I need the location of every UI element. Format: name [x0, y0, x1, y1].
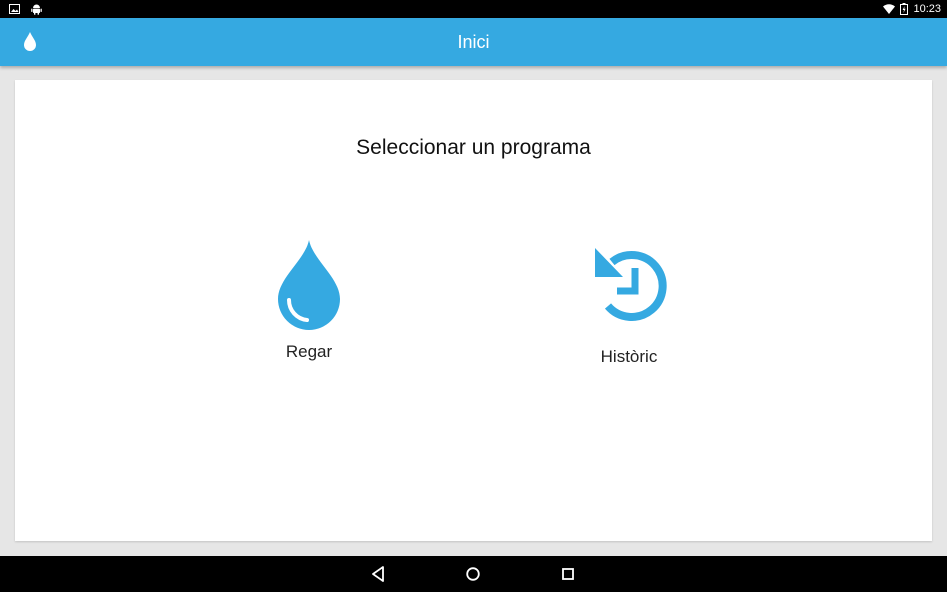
status-right-icons: 10:23	[883, 1, 941, 17]
historic-label: Històric	[600, 347, 658, 366]
back-icon[interactable]	[369, 565, 387, 583]
regar-label: Regar	[285, 342, 333, 361]
historic-option[interactable]: Històric	[579, 246, 679, 366]
recents-icon[interactable]	[559, 565, 577, 583]
app-bar: Inici	[0, 18, 947, 66]
navigation-bar	[0, 556, 947, 592]
select-program-heading: Seleccionar un programa	[356, 136, 591, 159]
page-title: Inici	[457, 32, 490, 52]
wifi-icon	[883, 4, 896, 14]
image-icon	[9, 4, 20, 14]
home-icon[interactable]	[464, 565, 482, 583]
regar-option[interactable]: Regar	[259, 240, 359, 370]
status-time: 10:23	[913, 3, 941, 15]
android-icon	[31, 4, 42, 15]
water-drop-icon	[278, 240, 340, 330]
history-icon	[595, 248, 667, 321]
main-card: Seleccionar un programa Regar Històric	[15, 80, 932, 541]
status-left-icons	[9, 3, 42, 15]
status-bar: 10:23	[0, 0, 947, 18]
battery-icon	[900, 3, 909, 15]
